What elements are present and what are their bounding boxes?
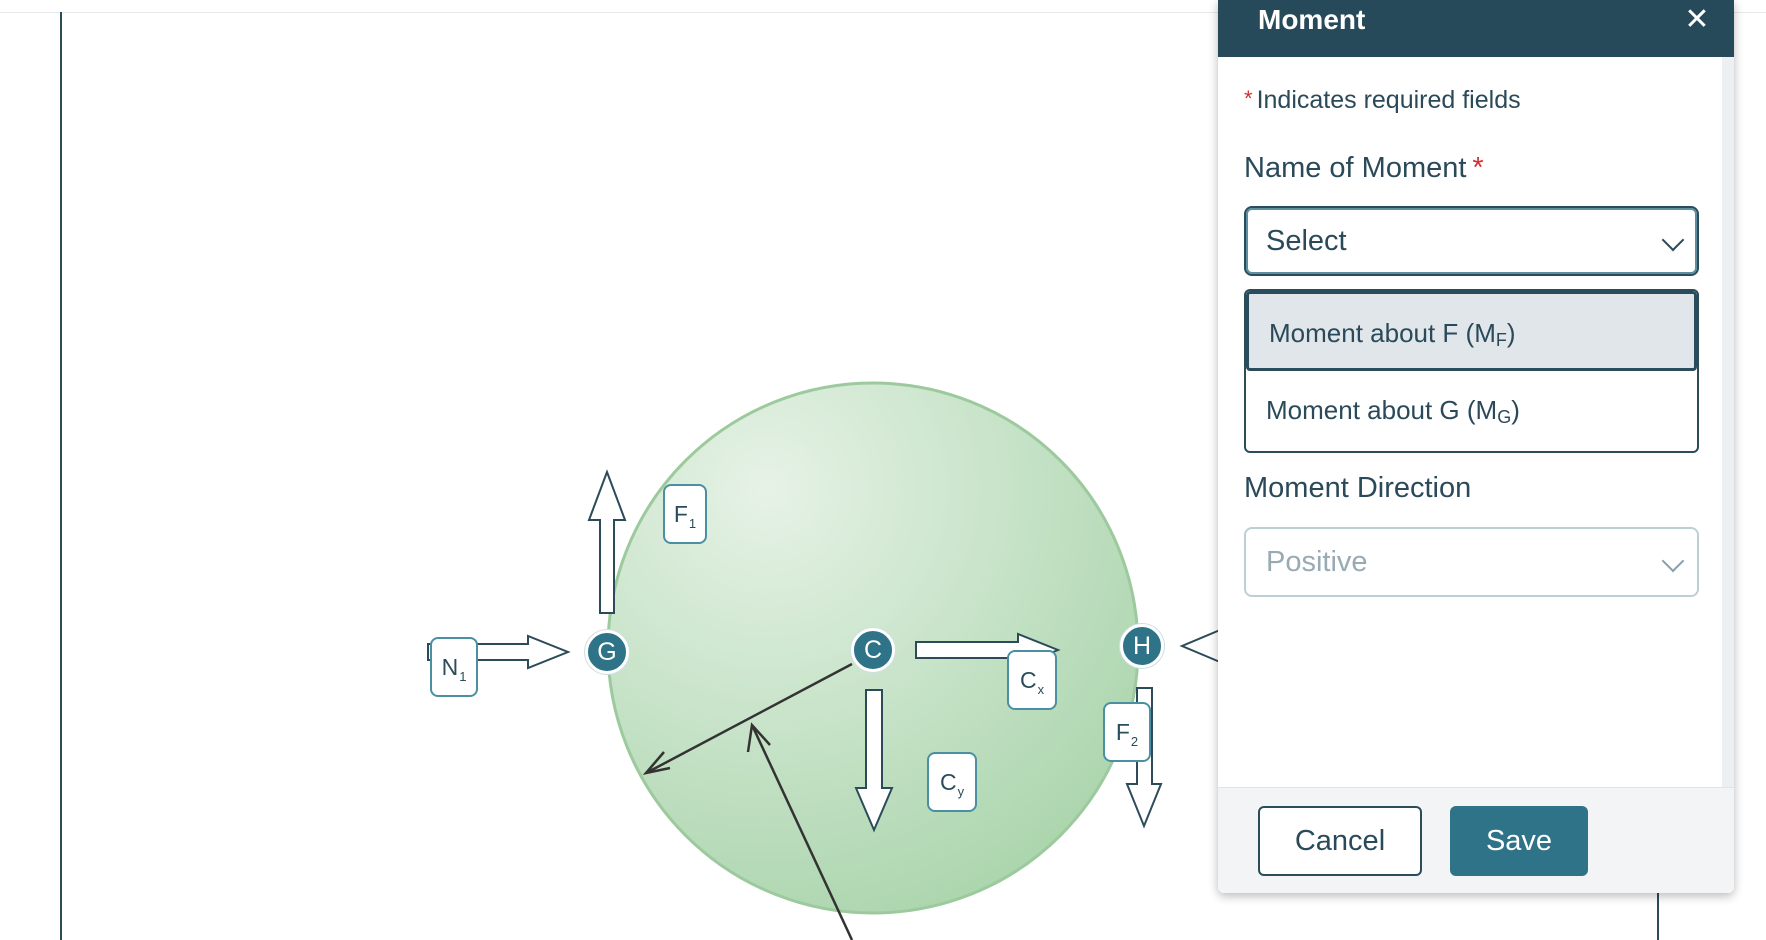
moment-direction-select[interactable]: Positive bbox=[1244, 527, 1699, 597]
moment-name-select[interactable]: Select bbox=[1244, 206, 1699, 276]
option-moment-about-g[interactable]: Moment about G (MG) bbox=[1246, 371, 1697, 451]
save-button[interactable]: Save bbox=[1450, 806, 1588, 876]
dialog-title: Moment bbox=[1258, 4, 1366, 35]
label-f1[interactable]: F1 bbox=[663, 484, 707, 544]
moment-direction-label: Moment Direction bbox=[1244, 472, 1472, 504]
label-n1[interactable]: N1 bbox=[430, 637, 478, 697]
required-note-text: Indicates required fields bbox=[1256, 86, 1521, 114]
required-star: * bbox=[1244, 86, 1253, 111]
chevron-down-icon bbox=[1661, 228, 1685, 252]
node-h[interactable]: H bbox=[1120, 624, 1164, 668]
option-moment-about-f[interactable]: Moment about F (MF) bbox=[1246, 291, 1697, 371]
chevron-down-icon bbox=[1661, 549, 1685, 573]
dialog-scrollbar[interactable] bbox=[1722, 57, 1734, 787]
moment-name-select-value: Select bbox=[1266, 225, 1347, 257]
dialog-header: Moment ✕ bbox=[1218, 0, 1734, 57]
required-note: * Indicates required fields bbox=[1244, 86, 1521, 115]
moment-dialog: Moment ✕ * Indicates required fields Name… bbox=[1218, 0, 1734, 893]
cancel-button[interactable]: Cancel bbox=[1258, 806, 1422, 876]
h-arrow bbox=[1179, 629, 1221, 663]
name-of-moment-label: Name of Moment * bbox=[1244, 152, 1484, 184]
label-f2[interactable]: F2 bbox=[1103, 702, 1151, 762]
dialog-footer: Cancel Save bbox=[1218, 787, 1734, 893]
label-cy[interactable]: Cy bbox=[927, 752, 977, 812]
close-icon[interactable]: ✕ bbox=[1676, 0, 1718, 42]
moment-options-list: Moment about F (MF) Moment about G (MG) bbox=[1244, 289, 1699, 453]
node-g[interactable]: G bbox=[585, 630, 629, 674]
required-star: * bbox=[1472, 152, 1484, 184]
moment-direction-value: Positive bbox=[1266, 546, 1368, 578]
node-c[interactable]: C bbox=[851, 628, 895, 672]
label-cx[interactable]: Cx bbox=[1007, 650, 1057, 710]
